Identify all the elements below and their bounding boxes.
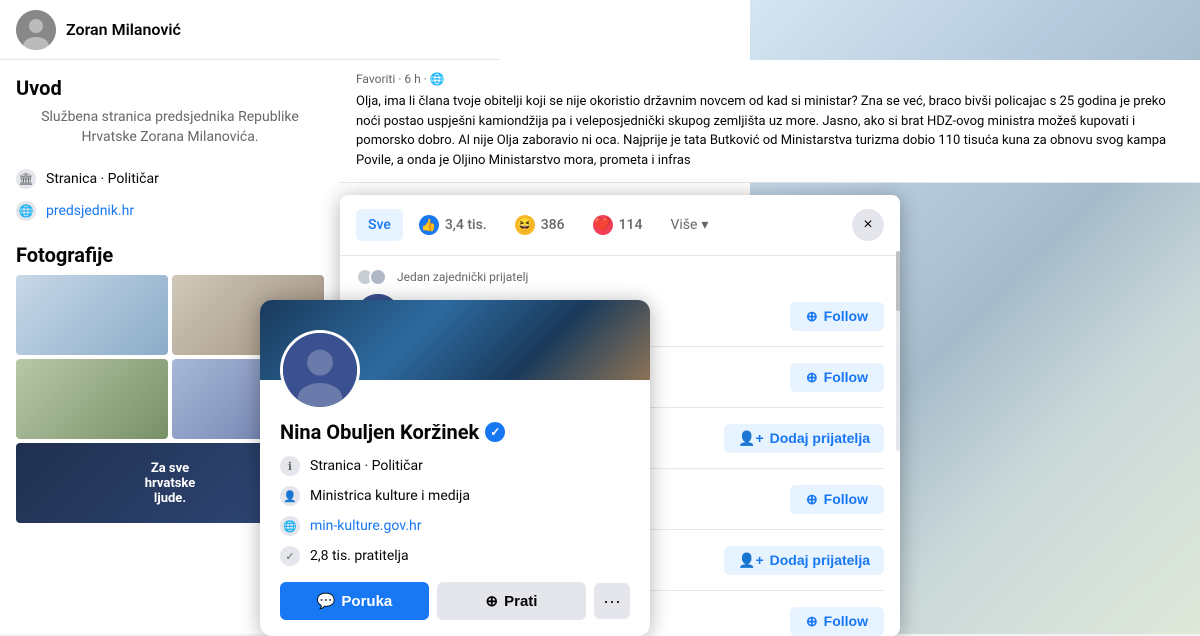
- like-reaction-icon: 👍: [419, 215, 439, 235]
- follow-plus-icon: ⊕: [806, 491, 818, 508]
- hover-card-role-row: 👤 Ministrica kulture i medija: [280, 486, 630, 506]
- follow-label: Follow: [824, 491, 868, 507]
- person-icon: 👤: [280, 486, 300, 506]
- follow-plus-icon: ⊕: [806, 308, 818, 325]
- tab-more[interactable]: Više ▾: [658, 209, 720, 241]
- hover-card-website[interactable]: min-kulture.gov.hr: [310, 518, 421, 534]
- website-link[interactable]: predsjednik.hr: [46, 203, 134, 219]
- prati-button[interactable]: ⊕ Prati: [437, 582, 586, 620]
- hover-card-followers: 2,8 tis. pratitelja: [310, 548, 409, 564]
- add-friend-icon: 👤+: [738, 430, 764, 447]
- love-reaction-icon: ❤️: [593, 215, 613, 235]
- add-friend-label: Dodaj prijatelja: [770, 430, 870, 446]
- follow-label: Follow: [824, 369, 868, 385]
- close-button[interactable]: ×: [852, 209, 884, 241]
- add-friend-button[interactable]: 👤+ Dodaj prijatelja: [724, 546, 884, 575]
- hover-card-followers-row: ✓ 2,8 tis. pratitelja: [280, 546, 630, 566]
- hover-card-name: Nina Obuljen Koržinek ✓: [280, 420, 630, 444]
- info-icon: ℹ: [280, 456, 300, 476]
- sidebar-item-type: 🏛 Stranica · Političar: [16, 163, 324, 195]
- hover-card-type: Stranica · Političar: [310, 458, 423, 474]
- avatar: [16, 10, 56, 50]
- name-text: Nina Obuljen Koržinek: [280, 420, 479, 444]
- uvod-title: Uvod: [16, 76, 324, 100]
- post-text: Olja, ima li člana tvoje obitelji koji s…: [356, 92, 1184, 170]
- page-icon: 🏛: [16, 169, 36, 189]
- hover-card-role: Ministrica kulture i medija: [310, 488, 470, 504]
- tab-sve-label: Sve: [368, 217, 391, 233]
- shared-friend-row: Jedan zajednički prijatelj: [340, 264, 900, 286]
- messenger-icon: 💬: [317, 592, 336, 610]
- uvod-desc: Službena stranica predsjednika Republike…: [16, 108, 324, 147]
- add-friend-button[interactable]: 👤+ Dodaj prijatelja: [724, 424, 884, 453]
- follow-button[interactable]: ⊕ Follow: [790, 485, 884, 514]
- follow-button[interactable]: ⊕ Follow: [790, 607, 884, 636]
- follow-button[interactable]: ⊕ Follow: [790, 302, 884, 331]
- chevron-down-icon: ▾: [701, 217, 708, 233]
- add-friend-label: Dodaj prijatelja: [770, 552, 870, 568]
- fotografije-title: Fotografije: [16, 243, 324, 267]
- modal-tabs: Sve 👍 3,4 tis. 😆 386 ❤️ 114 Više ▾ ×: [340, 195, 900, 256]
- hover-card-type-row: ℹ Stranica · Političar: [280, 456, 630, 476]
- tab-like[interactable]: 👍 3,4 tis.: [407, 207, 499, 243]
- hover-card-website-row[interactable]: 🌐 min-kulture.gov.hr: [280, 516, 630, 536]
- follow-plus-icon: ⊕: [806, 613, 818, 630]
- follow-label: Follow: [824, 613, 868, 629]
- vise-label: Više: [670, 217, 697, 233]
- top-bar: Zoran Milanović: [0, 0, 500, 60]
- haha-count: 386: [541, 217, 565, 233]
- stranica-label: Stranica · Političar: [46, 171, 159, 187]
- prati-label: Prati: [504, 593, 537, 610]
- follow-button[interactable]: ⊕ Follow: [790, 363, 884, 392]
- follow-plus-icon: ⊕: [806, 369, 818, 386]
- hover-card-actions: 💬 Poruka ⊕ Prati ···: [280, 582, 630, 620]
- shared-friend-text: Jedan zajednički prijatelj: [397, 270, 528, 284]
- photo-item[interactable]: [16, 275, 168, 355]
- more-options-button[interactable]: ···: [594, 583, 630, 619]
- hover-card-avatar-inner: [283, 333, 357, 407]
- tab-sve[interactable]: Sve: [356, 209, 403, 241]
- globe-icon: 🌐: [280, 516, 300, 536]
- plus-icon: ⊕: [486, 592, 499, 610]
- hover-card-body: Nina Obuljen Koržinek ✓ ℹ Stranica · Pol…: [260, 380, 650, 636]
- tab-love[interactable]: ❤️ 114: [581, 207, 655, 243]
- follow-label: Follow: [824, 308, 868, 324]
- ellipsis-icon: ···: [603, 591, 621, 612]
- poruka-label: Poruka: [341, 593, 392, 610]
- like-count: 3,4 tis.: [445, 217, 487, 233]
- hover-card: Nina Obuljen Koržinek ✓ ℹ Stranica · Pol…: [260, 300, 650, 636]
- add-friend-icon: 👤+: [738, 552, 764, 569]
- verified-badge: ✓: [485, 422, 505, 442]
- post-time: Favoriti · 6 h · 🌐: [356, 72, 1184, 86]
- love-count: 114: [619, 217, 643, 233]
- checkmark-icon: ✓: [280, 546, 300, 566]
- tab-haha[interactable]: 😆 386: [503, 207, 577, 243]
- scrollbar-track[interactable]: [896, 251, 900, 451]
- haha-reaction-icon: 😆: [515, 215, 535, 235]
- globe-icon: 🌐: [16, 201, 36, 221]
- sidebar-item-website[interactable]: 🌐 predsjednik.hr: [16, 195, 324, 227]
- post-area: Favoriti · 6 h · 🌐 Olja, ima li člana tv…: [340, 60, 1200, 183]
- scrollbar-thumb: [896, 251, 900, 311]
- hover-card-header: [260, 300, 650, 380]
- poruka-button[interactable]: 💬 Poruka: [280, 582, 429, 620]
- photo-item[interactable]: [16, 359, 168, 439]
- page-title: Zoran Milanović: [66, 20, 181, 39]
- hover-card-avatar: [280, 330, 360, 410]
